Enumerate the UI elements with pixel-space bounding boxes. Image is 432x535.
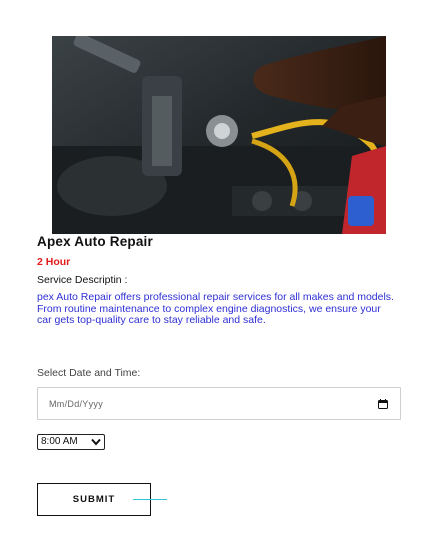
service-duration: 2 Hour bbox=[37, 256, 71, 268]
date-input[interactable]: Mm/Dd/Yyyy bbox=[37, 387, 401, 420]
description-label: Service Descriptin : bbox=[37, 274, 128, 286]
service-description: pex Auto Repair offers professional repa… bbox=[37, 291, 394, 326]
time-select-value: 8:00 AM bbox=[41, 436, 78, 447]
service-title: Apex Auto Repair bbox=[37, 234, 153, 249]
calendar-icon[interactable] bbox=[378, 399, 388, 409]
date-placeholder: Mm/Dd/Yyyy bbox=[49, 399, 104, 409]
date-time-label: Select Date and Time: bbox=[37, 367, 141, 379]
time-select[interactable]: 8:00 AM bbox=[37, 434, 105, 450]
service-hero-image bbox=[52, 36, 386, 234]
cursor-indicator bbox=[133, 499, 167, 500]
chevron-down-icon bbox=[91, 438, 101, 446]
